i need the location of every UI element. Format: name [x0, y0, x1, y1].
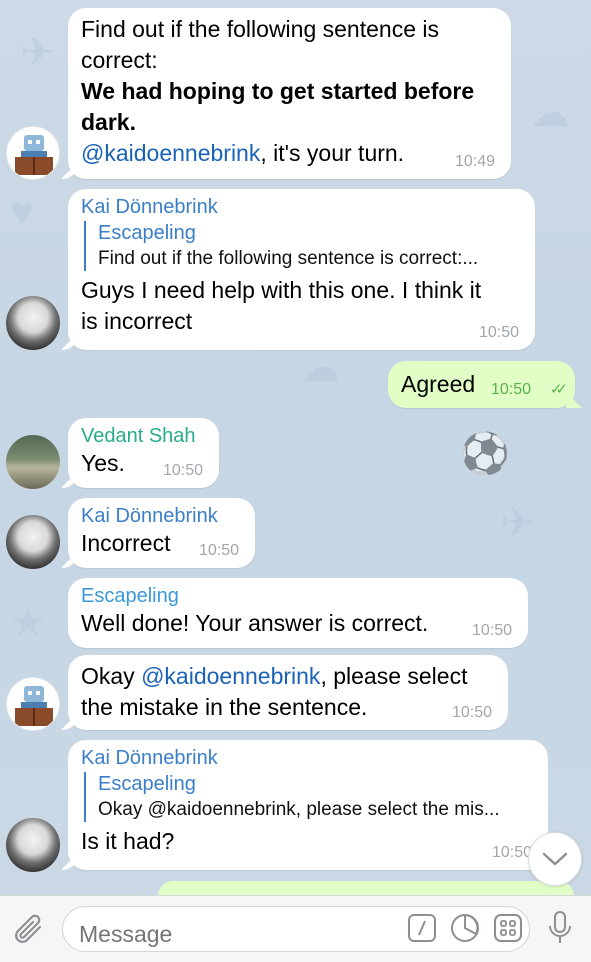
message-text: Well done! Your answer is correct. [81, 610, 429, 636]
outgoing-message-bubble[interactable]: Agreed 10:50 ✓✓ [388, 361, 575, 408]
message-text: is incorrect [81, 308, 193, 334]
message-bubble[interactable]: Kai Dönnebrink Escapeling Find out if th… [68, 189, 535, 350]
message-time: 10:50 [162, 462, 203, 479]
message-bubble[interactable]: Escapeling Well done! Your answer is cor… [68, 578, 528, 648]
read-checkmarks-icon: ✓✓ [549, 381, 568, 398]
message-bubble[interactable]: Okay @kaidoennebrink, please select the … [68, 655, 508, 730]
microphone-icon[interactable] [544, 908, 576, 948]
message-text: Is it had? [81, 828, 175, 854]
message-time: 10:50 [478, 324, 519, 341]
kai-avatar[interactable] [6, 296, 60, 350]
message-text: the mistake in the sentence. [81, 694, 368, 720]
chevron-down-icon [542, 852, 568, 866]
outgoing-message-bubble-partial[interactable] [158, 881, 574, 895]
composer-bar [0, 895, 591, 962]
message-time: 10:50 [490, 381, 531, 398]
chat-area[interactable]: ✈ ☁ ⚽ ✈ ☁ ★ ♥ Find out if the following … [0, 0, 591, 895]
background-doodle: ✈ [20, 31, 54, 75]
reply-sender: Escapeling [98, 773, 196, 795]
message-time: 10:50 [198, 542, 239, 559]
sender-name[interactable]: Kai Dönnebrink [81, 504, 241, 528]
message-text: Okay [81, 663, 142, 689]
reply-text: Find out if the following sentence is co… [98, 248, 479, 269]
escapeling-avatar[interactable] [6, 677, 60, 731]
message-text: Find out if the following sentence is [81, 16, 439, 42]
message-bubble[interactable]: Kai Dönnebrink Escapeling Okay @kaidoenn… [68, 740, 548, 870]
bot-keyboard-icon[interactable] [493, 913, 523, 943]
sender-name[interactable]: Vedant Shah [81, 424, 205, 448]
background-doodle: ⚽ [460, 432, 510, 476]
reply-sender: Escapeling [98, 222, 196, 244]
escapeling-avatar[interactable] [6, 126, 60, 180]
message-text: Guys I need help with this one. I think … [81, 277, 482, 303]
paperclip-icon[interactable] [10, 910, 50, 950]
message-bubble[interactable]: Find out if the following sentence is co… [68, 8, 511, 179]
background-doodle: ☁ [530, 91, 570, 135]
background-doodle: ✈ [500, 501, 534, 545]
reply-preview[interactable]: Escapeling Okay @kaidoennebrink, please … [84, 772, 534, 822]
sender-name[interactable]: Escapeling [81, 584, 514, 608]
background-doodle: ☁ [300, 346, 340, 390]
quiz-sentence: dark. [81, 109, 136, 135]
vedant-avatar[interactable] [6, 435, 60, 489]
message-bubble[interactable]: Vedant Shah Yes. 10:50 [68, 418, 219, 488]
kai-avatar[interactable] [6, 818, 60, 872]
user-mention-link[interactable]: @kaidoennebrink [141, 663, 320, 689]
message-text: , it's your turn. [260, 140, 405, 166]
reply-text: Okay @kaidoennebrink, please select the … [98, 799, 500, 820]
sender-name[interactable]: Kai Dönnebrink [81, 746, 534, 770]
sender-name[interactable]: Kai Dönnebrink [81, 195, 521, 219]
message-text: , please select [320, 663, 468, 689]
message-text: correct: [81, 47, 158, 73]
background-doodle: ♥ [10, 190, 34, 234]
timer-icon[interactable] [449, 912, 481, 944]
message-time: 10:49 [454, 153, 495, 170]
slash-command-icon[interactable] [407, 913, 437, 943]
quiz-sentence: We had hoping to get started before [81, 78, 475, 104]
message-time: 10:50 [491, 844, 532, 861]
kai-avatar[interactable] [6, 515, 60, 569]
message-bubble[interactable]: Kai Dönnebrink Incorrect 10:50 [68, 498, 255, 568]
background-doodle: ★ [10, 601, 46, 645]
message-text: Agreed [401, 371, 476, 397]
message-time: 10:50 [471, 622, 512, 639]
user-mention-link[interactable]: @kaidoennebrink [81, 140, 260, 166]
reply-preview[interactable]: Escapeling Find out if the following sen… [84, 221, 521, 271]
scroll-to-bottom-button[interactable] [528, 832, 582, 886]
message-time: 10:50 [451, 704, 492, 721]
